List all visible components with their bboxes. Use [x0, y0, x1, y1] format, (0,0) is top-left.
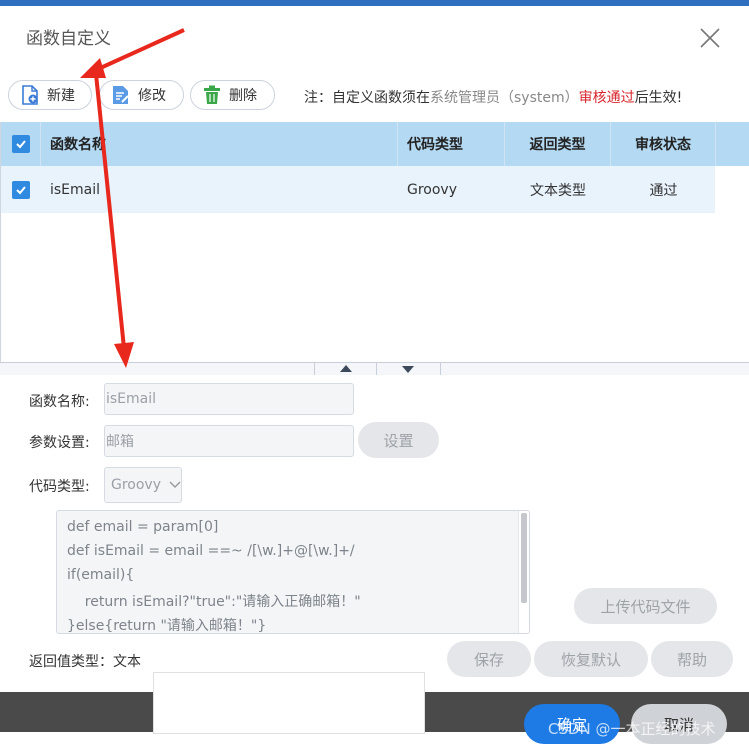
save-button[interactable]: 保存 — [447, 641, 531, 677]
collapse-up-icon[interactable] — [340, 365, 352, 372]
code-line: def isEmail = email ==~ /[\w.]+@[\w.]+/ — [67, 543, 355, 559]
function-name-input[interactable]: isEmail — [104, 383, 354, 415]
new-button[interactable]: 新建 — [8, 80, 92, 110]
toolbar: 新建 修改 删除 注：自定义函数须在系统管理员（system）审核通过后生效! — [0, 76, 749, 122]
return-type-label: 返回值类型：文本 — [29, 654, 141, 670]
row-checkbox[interactable] — [12, 180, 30, 199]
note-prefix: 注：自定义函数须在 — [304, 90, 430, 106]
function-form: 函数名称: isEmail 参数设置: 邮箱 设置 代码类型: Groovy d… — [0, 374, 749, 698]
code-type-label: 代码类型: — [29, 479, 90, 495]
help-button[interactable]: 帮助 — [651, 641, 733, 677]
collapse-down-icon[interactable] — [402, 366, 414, 373]
code-editor[interactable]: def email = param[0] def isEmail = email… — [56, 510, 530, 634]
column-header-status[interactable]: 审核状态 — [611, 122, 716, 166]
code-line: def email = param[0] — [67, 519, 219, 535]
upload-code-button[interactable]: 上传代码文件 — [574, 588, 717, 624]
close-icon[interactable] — [698, 26, 722, 50]
delete-button-label: 删除 — [229, 88, 257, 104]
cell-status: 通过 — [649, 182, 678, 199]
code-type-select[interactable]: Groovy — [104, 467, 182, 503]
params-settings-button[interactable]: 设置 — [358, 422, 439, 458]
column-header-name[interactable]: 函数名称 — [41, 122, 398, 166]
cell-code-type: Groovy — [407, 181, 457, 198]
header-checkbox[interactable] — [11, 135, 30, 153]
function-name-label: 函数名称: — [29, 394, 90, 410]
function-grid: 函数名称 代码类型 返回类型 审核状态 isEmail Groovy 文本类型 … — [0, 122, 749, 362]
cell-function-name: isEmail — [50, 181, 101, 198]
cell-return-type: 文本类型 — [530, 182, 586, 199]
edit-file-icon — [113, 86, 129, 104]
code-line: return isEmail?"true":"请输入正确邮箱！" — [67, 594, 361, 610]
new-button-label: 新建 — [47, 88, 75, 104]
trash-icon — [204, 85, 220, 104]
watermark: CSDN @一本正经的技术 — [548, 720, 716, 738]
table-row[interactable]: isEmail Groovy 文本类型 通过 — [1, 166, 715, 213]
grid-header: 函数名称 代码类型 返回类型 审核状态 — [1, 122, 749, 166]
chevron-down-icon — [169, 481, 181, 488]
scrollbar-thumb[interactable] — [521, 513, 527, 603]
params-value: 邮箱 — [106, 434, 134, 450]
delete-button[interactable]: 删除 — [190, 80, 275, 110]
check-icon — [16, 185, 26, 194]
function-name-value: isEmail — [106, 391, 157, 407]
note-approved: 审核通过 — [578, 90, 635, 106]
code-line: if(email){ — [67, 567, 135, 583]
restore-default-button[interactable]: 恢复默认 — [534, 641, 648, 677]
row-checkbox-cell[interactable] — [1, 166, 41, 213]
check-icon — [15, 140, 26, 149]
column-header-code-type[interactable]: 代码类型 — [398, 122, 505, 166]
function-dialog: 函数自定义 新建 修改 删除 注：自定义函数须在系统管理员（system）审核通… — [0, 6, 749, 692]
edit-button[interactable]: 修改 — [99, 80, 184, 110]
dialog-title: 函数自定义 — [26, 29, 111, 49]
code-scrollbar[interactable] — [518, 511, 529, 633]
params-label: 参数设置: — [29, 435, 90, 451]
note-suffix: 后生效! — [634, 90, 683, 106]
code-type-value: Groovy — [111, 477, 161, 493]
new-file-icon — [22, 85, 38, 105]
params-input[interactable]: 邮箱 — [104, 425, 354, 457]
column-header-return-type[interactable]: 返回类型 — [505, 122, 611, 166]
header-checkbox-cell[interactable] — [1, 122, 41, 166]
toolbar-note: 注：自定义函数须在系统管理员（system）审核通过后生效! — [304, 87, 682, 107]
code-line: }else{return "请输入邮箱！"} — [67, 618, 267, 634]
note-admin: 系统管理员（system） — [430, 90, 579, 106]
footer-panel — [153, 672, 425, 734]
edit-button-label: 修改 — [138, 88, 166, 104]
